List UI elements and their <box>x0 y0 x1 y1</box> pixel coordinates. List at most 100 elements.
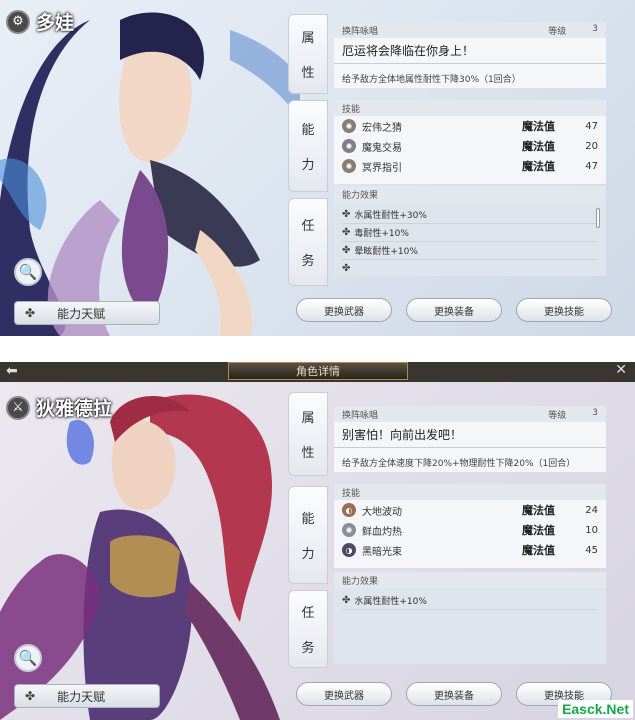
tab-missions[interactable]: 任 务 <box>288 590 328 668</box>
effects-section: 能力效果 ✤ 水属性耐性+30% ✤ 毒耐性+10% ✤ 晕眩耐性+10% ✤ <box>334 186 606 276</box>
level-label: 等级 <box>548 26 567 37</box>
effect-row: ✤ 水属性耐性+10% <box>342 592 598 610</box>
talent-icon: ✤ <box>25 306 36 320</box>
skill-icon: ✺ <box>342 523 356 537</box>
class-icon: ⚙ <box>6 9 30 34</box>
level-value: 3 <box>592 23 598 34</box>
talent-button[interactable]: ✤ 能力天赋 <box>14 301 160 325</box>
back-arrow-icon[interactable]: ⬅ <box>6 363 18 379</box>
level-label: 等级 <box>548 410 567 421</box>
effect-text: 水属性耐性+30% <box>354 211 427 221</box>
talent-button[interactable]: ✤ 能力天赋 <box>14 684 160 708</box>
effect-row: ✤ 毒耐性+10% <box>342 224 598 242</box>
tab-missions[interactable]: 任 务 <box>288 198 328 286</box>
change-equipment-button[interactable]: 更换装备 <box>406 682 502 706</box>
effects-header-label: 能力效果 <box>342 190 379 201</box>
effect-text: 水属性耐性+10% <box>354 597 427 607</box>
skill-name: 黑暗光束 <box>362 546 402 558</box>
skill-cost-type: 魔法值 <box>522 120 555 133</box>
skill-cost-type: 魔法值 <box>522 160 555 173</box>
change-weapon-button[interactable]: 更换武器 <box>296 682 392 706</box>
effect-row: ✤ 晕眩耐性+10% <box>342 242 598 260</box>
effects-list[interactable]: ✤ 水属性耐性+10% <box>334 588 606 664</box>
tab-char: 能 <box>301 512 315 527</box>
change-skill-button[interactable]: 更换技能 <box>516 298 612 322</box>
effect-icon: ✤ <box>342 227 351 238</box>
talent-icon: ✤ <box>25 689 36 703</box>
skill-row[interactable]: ✺ 鲜血灼热 魔法值 10 <box>334 520 606 540</box>
skill-cost-type: 魔法值 <box>522 544 555 557</box>
attribute-header: 换阵咏唱 等级 3 <box>334 22 606 38</box>
character-panel-1: ⚙ 多娃 🔍 ✤ 能力天赋 属 性 能 力 任 务 换阵咏唱 等级 3 厄运将会降… <box>0 0 635 336</box>
effects-section: 能力效果 ✤ 水属性耐性+10% <box>334 572 606 664</box>
page-title: 角色详情 <box>228 362 408 380</box>
effect-icon: ✤ <box>342 263 351 274</box>
skill-description: 给予敌方全体速度下降20%+物理耐性下降20%（1回合） <box>342 459 576 469</box>
skill-cost-type: 魔法值 <box>522 504 555 517</box>
skill-icon: ◑ <box>342 543 356 557</box>
skill-icon: ✺ <box>342 139 356 153</box>
talent-label: 能力天赋 <box>57 306 106 321</box>
skill-name: 冥界指引 <box>362 162 402 174</box>
attribute-section: 换阵咏唱 等级 3 厄运将会降临在你身上！ 给予敌方全体地属性耐性下降30%（1回… <box>334 22 606 88</box>
tab-char: 力 <box>301 158 315 173</box>
talent-label: 能力天赋 <box>57 689 106 704</box>
effect-icon: ✤ <box>342 209 351 220</box>
top-bar: ⬅ 角色详情 ✕ <box>0 362 635 382</box>
skill-cost-value: 24 <box>585 504 598 516</box>
skill-name: 宏伟之猜 <box>362 122 402 134</box>
skills-section: 技能 ◐ 大地波动 魔法值 24 ✺ 鲜血灼热 魔法值 10 ◑ 黑暗光束 魔法… <box>334 484 606 568</box>
skill-description: 给予敌方全体地属性耐性下降30%（1回合） <box>342 75 521 85</box>
tab-abilities[interactable]: 能 力 <box>288 486 328 584</box>
attribute-header-label: 换阵咏唱 <box>342 26 379 37</box>
tab-attributes[interactable]: 属 性 <box>288 392 328 476</box>
skill-row[interactable]: ✺ 宏伟之猜 魔法值 47 <box>334 116 606 136</box>
tab-abilities[interactable]: 能 力 <box>288 100 328 192</box>
panel-separator <box>0 336 635 362</box>
effect-row-partial: ✤ <box>342 260 598 276</box>
close-icon[interactable]: ✕ <box>615 362 627 378</box>
change-weapon-button[interactable]: 更换武器 <box>296 298 392 322</box>
level-value: 3 <box>592 407 598 418</box>
attribute-header: 换阵咏唱 等级 3 <box>334 406 606 422</box>
character-art-doga <box>0 12 300 336</box>
skill-icon: ✺ <box>342 119 356 133</box>
zoom-icon[interactable]: 🔍 <box>14 258 42 286</box>
effects-header: 能力效果 <box>334 186 606 202</box>
skill-row[interactable]: ◑ 黑暗光束 魔法值 45 <box>334 540 606 560</box>
character-name: 狄雅德拉 <box>36 398 113 420</box>
skill-cost-type: 魔法值 <box>522 140 555 153</box>
skills-section: 技能 ✺ 宏伟之猜 魔法值 47 ✺ 魔鬼交易 魔法值 20 ✺ 冥界指引 魔法… <box>334 100 606 184</box>
skill-name: 魔鬼交易 <box>362 142 402 154</box>
tab-char: 能 <box>301 123 315 138</box>
skill-cost-value: 10 <box>585 524 598 536</box>
skill-icon: ✺ <box>342 159 356 173</box>
tab-char: 任 <box>301 219 315 234</box>
skill-icon: ◐ <box>342 503 356 517</box>
effects-scrollbar[interactable] <box>596 208 600 228</box>
character-name-box: ⚙ 多娃 <box>6 8 74 35</box>
character-panel-2: ⬅ 角色详情 ✕ ⚔ 狄雅德拉 🔍 ✤ 能力天赋 属 性 能 力 任 务 换阵咏… <box>0 362 635 720</box>
effect-text: 毒耐性+10% <box>354 229 409 239</box>
effects-list[interactable]: ✤ 水属性耐性+30% ✤ 毒耐性+10% ✤ 晕眩耐性+10% ✤ <box>334 202 606 276</box>
zoom-icon[interactable]: 🔍 <box>14 644 42 672</box>
skill-row[interactable]: ✺ 冥界指引 魔法值 47 <box>334 156 606 176</box>
skill-row[interactable]: ✺ 魔鬼交易 魔法值 20 <box>334 136 606 156</box>
effect-icon: ✤ <box>342 595 351 606</box>
tab-char: 性 <box>301 446 315 461</box>
tab-char: 务 <box>301 641 315 656</box>
effects-header-label: 能力效果 <box>342 576 379 587</box>
attribute-section: 换阵咏唱 等级 3 别害怕！向前出发吧！ 给予敌方全体速度下降20%+物理耐性下降… <box>334 406 606 472</box>
character-name-box: ⚔ 狄雅德拉 <box>6 394 112 421</box>
tab-char: 属 <box>301 411 315 426</box>
skills-header-label: 技能 <box>342 488 361 499</box>
skill-name: 大地波动 <box>362 506 402 518</box>
skill-cost-type: 魔法值 <box>522 524 555 537</box>
skills-header: 技能 <box>334 100 606 116</box>
skill-cost-value: 20 <box>585 140 598 152</box>
skill-cost-value: 47 <box>585 160 598 172</box>
change-equipment-button[interactable]: 更换装备 <box>406 298 502 322</box>
tab-attributes[interactable]: 属 性 <box>288 14 328 94</box>
skill-row[interactable]: ◐ 大地波动 魔法值 24 <box>334 500 606 520</box>
attribute-header-label: 换阵咏唱 <box>342 410 379 421</box>
